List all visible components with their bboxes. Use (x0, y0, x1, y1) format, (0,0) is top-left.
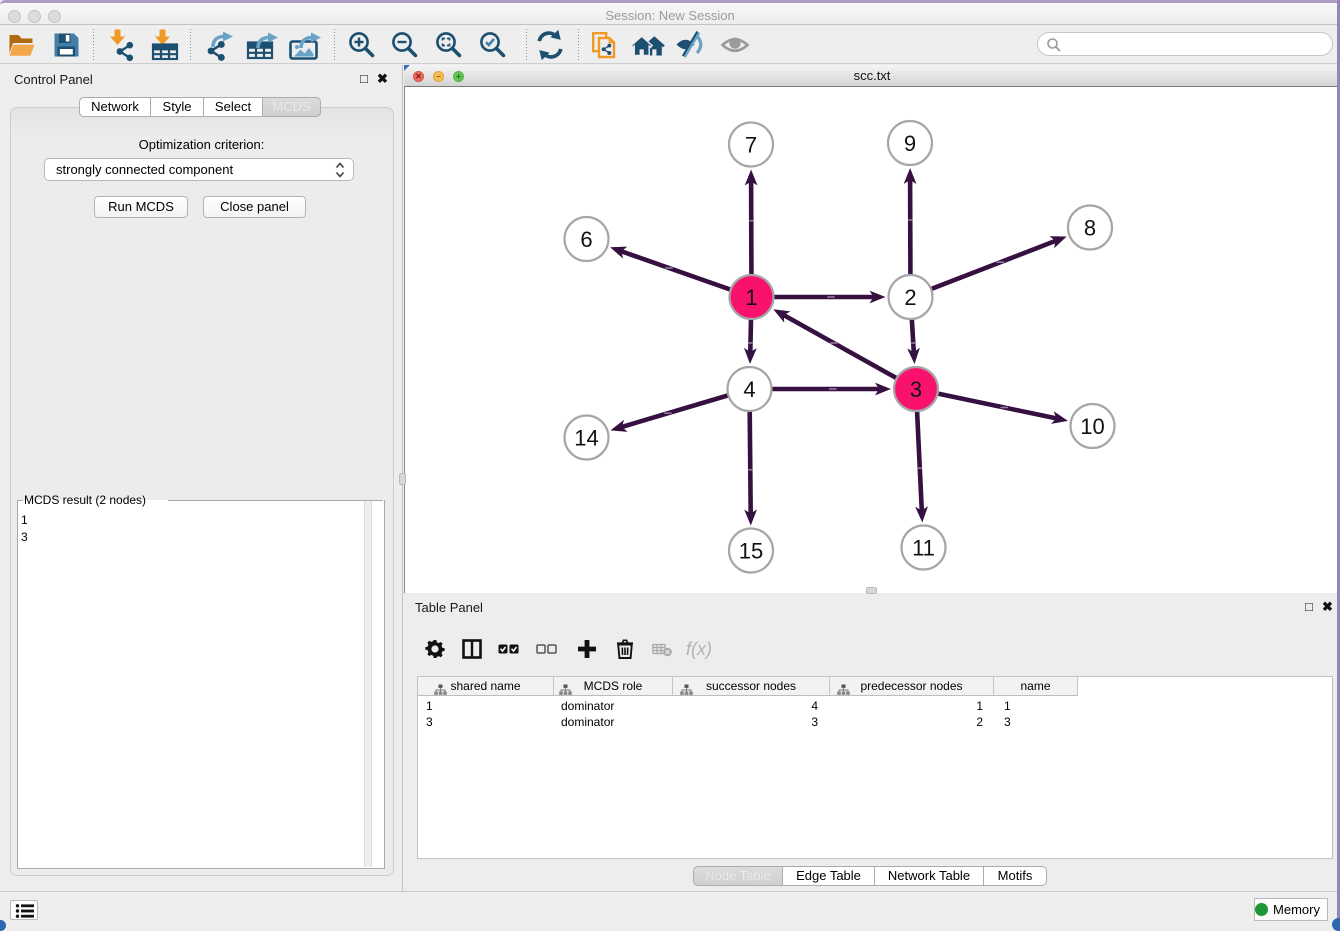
svg-text:15: 15 (739, 538, 763, 563)
svg-text:10: 10 (1080, 414, 1104, 439)
svg-text:11: 11 (912, 535, 935, 560)
svg-text:8: 8 (1084, 215, 1096, 240)
svg-text:7: 7 (745, 132, 757, 157)
svg-text:f(x): f(x) (686, 639, 712, 659)
svg-text:6: 6 (580, 227, 592, 252)
svg-text:4: 4 (743, 377, 755, 402)
svg-text:2: 2 (904, 285, 916, 310)
svg-text:14: 14 (574, 425, 598, 450)
svg-text:3: 3 (910, 377, 922, 402)
svg-text:1: 1 (745, 285, 757, 310)
svg-text:9: 9 (904, 131, 916, 156)
